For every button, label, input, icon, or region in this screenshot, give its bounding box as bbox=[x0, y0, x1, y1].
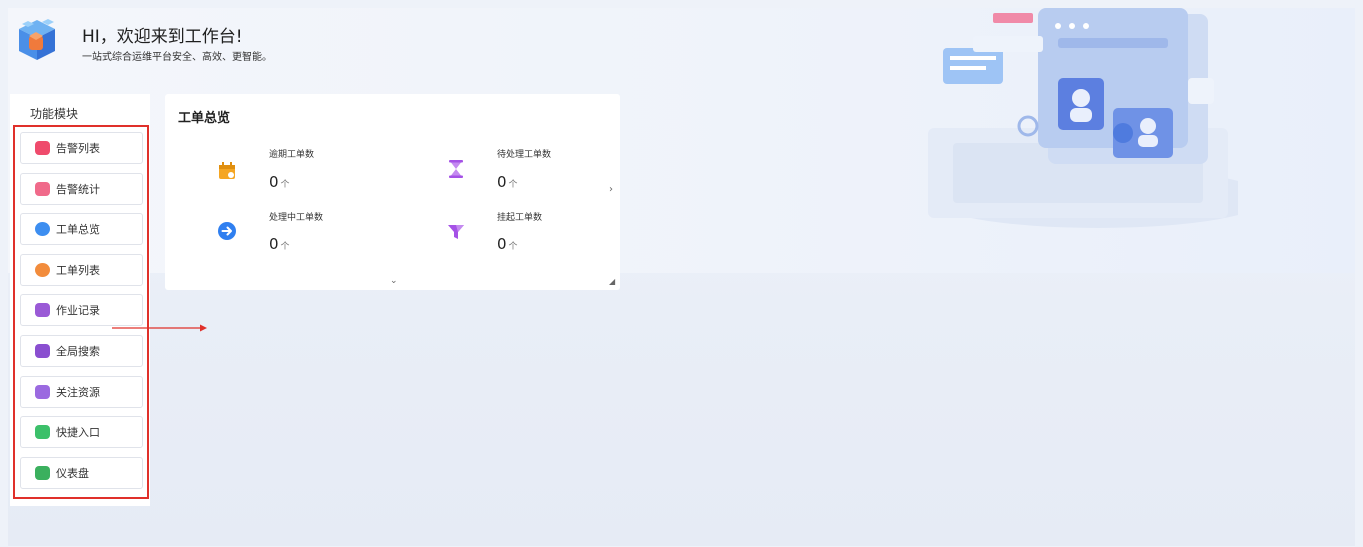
module-item-alert-list[interactable]: 告警列表 bbox=[20, 132, 143, 164]
stat-label-suspended: 挂起工单数 bbox=[497, 213, 543, 223]
module-item-alert-stats[interactable]: 告警统计 bbox=[20, 172, 143, 205]
hourglass-icon bbox=[449, 160, 463, 178]
resize-handle-icon[interactable]: ◢ bbox=[609, 277, 615, 286]
alert-stats-icon bbox=[35, 181, 50, 196]
welcome-subtitle: 一站式综合运维平台安全、高效、更智能。 bbox=[82, 52, 272, 63]
calendar-icon bbox=[219, 162, 235, 179]
chevron-right-icon[interactable]: › bbox=[609, 184, 613, 195]
annotation-arrow bbox=[112, 324, 207, 332]
followed-resources-icon bbox=[35, 384, 50, 399]
module-item-ticket-overview[interactable]: 工单总览 bbox=[20, 213, 143, 246]
ticket-overview-card: 工单总览 逾期工单数 0个 待处理工单数 0个 处理中工单数 0个 挂起工单数 … bbox=[165, 94, 620, 290]
module-item-label: 告警统计 bbox=[56, 182, 100, 196]
stat-value-in-progress: 0个 bbox=[269, 235, 290, 253]
stat-unit: 个 bbox=[280, 242, 290, 252]
stat-value-suspended: 0个 bbox=[497, 235, 518, 253]
module-item-shortcut[interactable]: 快捷入口 bbox=[20, 416, 143, 449]
module-item-label: 工单列表 bbox=[56, 263, 100, 277]
stat-label-in-progress: 处理中工单数 bbox=[269, 213, 324, 223]
chevron-down-icon[interactable]: ⌄ bbox=[390, 276, 398, 286]
stat-label-pending: 待处理工单数 bbox=[497, 150, 552, 160]
function-module-panel: 功能模块 告警列表 告警统计 工单总览 工单列表 作业记录 全局搜索 关注资源 … bbox=[10, 94, 150, 506]
stat-number: 0 bbox=[269, 173, 279, 191]
card-title: 工单总览 bbox=[178, 111, 231, 126]
module-item-dashboard[interactable]: 仪表盘 bbox=[20, 456, 143, 489]
module-item-label: 关注资源 bbox=[56, 385, 100, 399]
module-list: 告警列表 告警统计 工单总览 工单列表 作业记录 全局搜索 关注资源 快捷入口 … bbox=[20, 132, 143, 497]
welcome-greeting: HI，欢迎来到工作台! bbox=[82, 27, 243, 47]
hero-illustration bbox=[928, 8, 1238, 228]
global-search-icon bbox=[35, 343, 50, 358]
stat-unit: 个 bbox=[508, 180, 518, 190]
stat-unit: 个 bbox=[508, 242, 518, 252]
workbench-frame: HI，欢迎来到工作台! 一站式综合运维平台安全、高效、更智能。 功能模块 告警列… bbox=[8, 8, 1355, 546]
module-item-label: 工单总览 bbox=[56, 223, 100, 237]
module-item-ticket-list[interactable]: 工单列表 bbox=[20, 253, 143, 286]
stat-value-pending: 0个 bbox=[497, 173, 518, 191]
module-item-label: 仪表盘 bbox=[56, 466, 89, 480]
stat-number: 0 bbox=[497, 235, 507, 253]
module-item-label: 告警列表 bbox=[56, 142, 100, 155]
arrow-circle-icon bbox=[218, 222, 236, 240]
shortcut-icon bbox=[35, 425, 50, 440]
logo-cube-icon bbox=[19, 19, 55, 60]
job-record-icon bbox=[35, 303, 50, 318]
stat-number: 0 bbox=[269, 235, 279, 253]
module-item-label: 作业记录 bbox=[56, 304, 100, 318]
stat-unit: 个 bbox=[280, 180, 290, 190]
module-item-label: 全局搜索 bbox=[56, 344, 100, 358]
stat-number: 0 bbox=[497, 173, 507, 191]
dashboard-icon bbox=[35, 465, 50, 480]
module-item-followed-resources[interactable]: 关注资源 bbox=[20, 375, 143, 408]
alert-list-icon bbox=[35, 141, 50, 155]
funnel-icon bbox=[448, 225, 464, 239]
module-item-label: 快捷入口 bbox=[56, 426, 100, 440]
stat-value-overdue: 0个 bbox=[269, 173, 290, 191]
module-item-global-search[interactable]: 全局搜索 bbox=[20, 334, 143, 367]
module-panel-title: 功能模块 bbox=[30, 107, 79, 121]
ticket-list-icon bbox=[35, 262, 50, 277]
stat-label-overdue: 逾期工单数 bbox=[269, 150, 315, 160]
ticket-overview-icon bbox=[35, 222, 50, 237]
